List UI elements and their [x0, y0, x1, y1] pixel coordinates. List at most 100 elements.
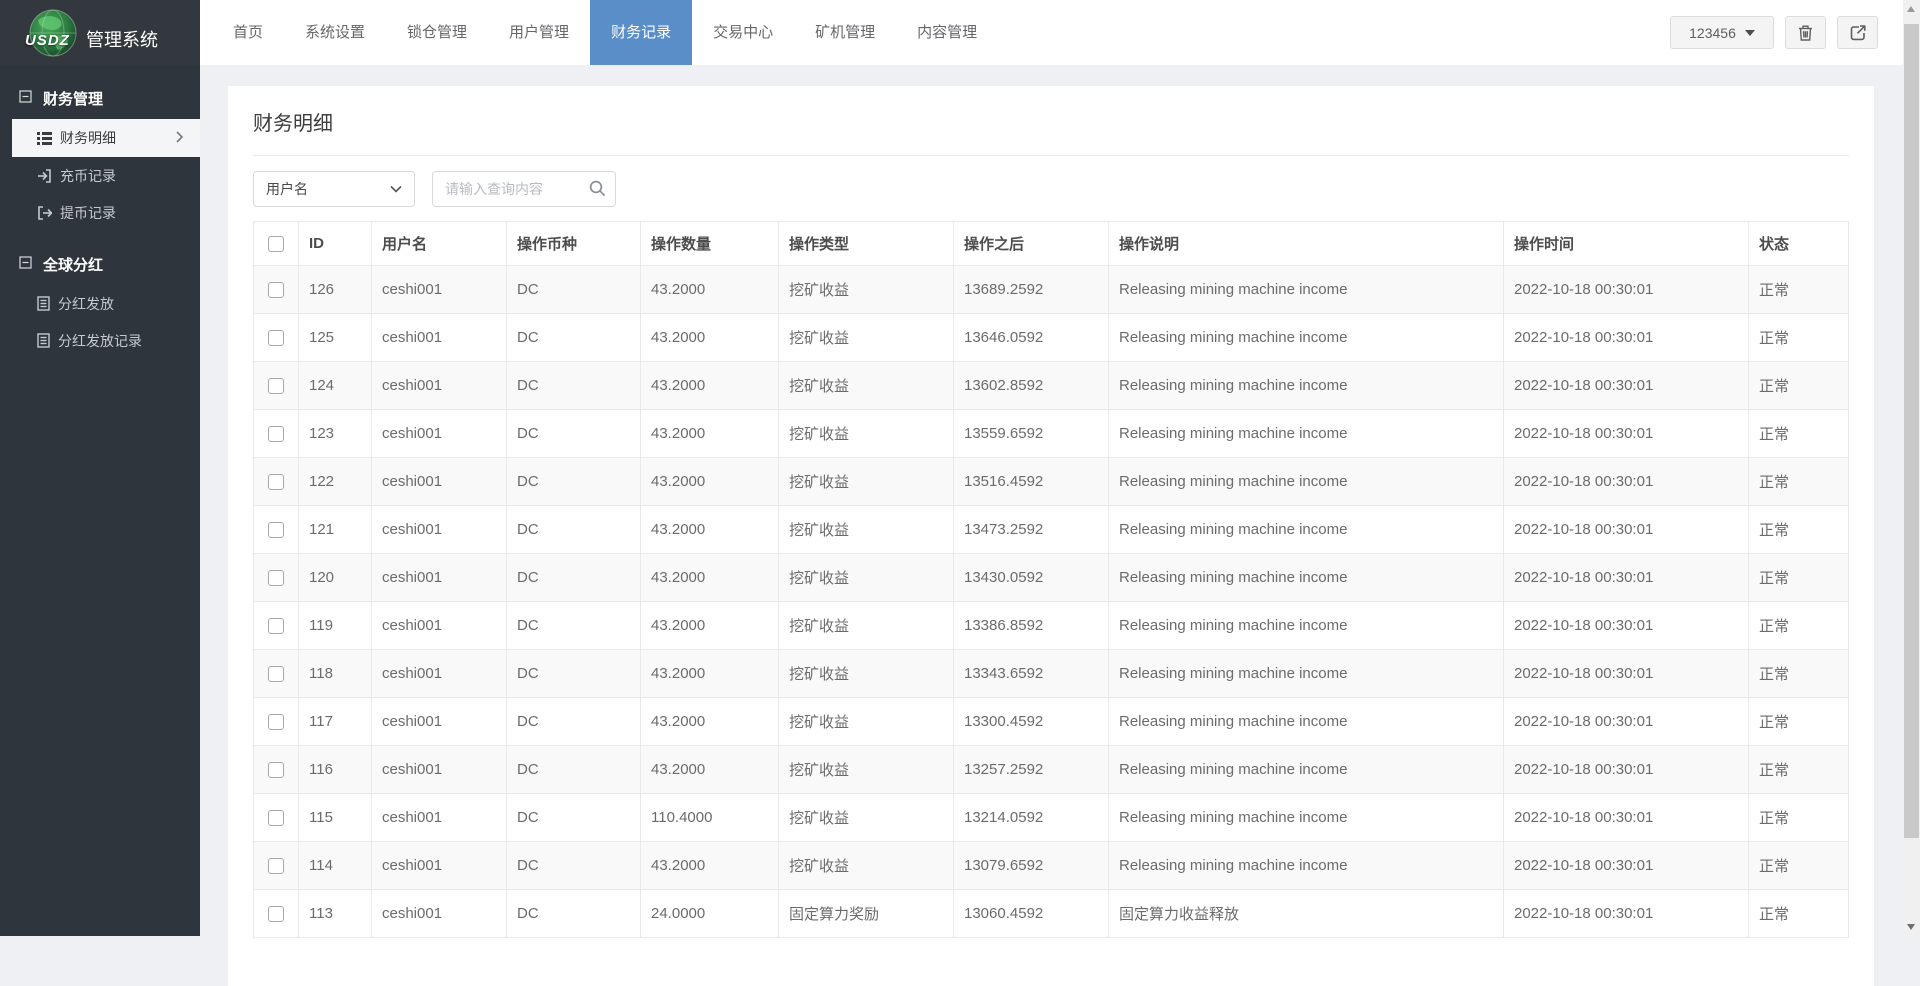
nav-item-home[interactable]: 首页	[212, 0, 284, 65]
sidebar-item-withdraw-records[interactable]: 提币记录	[0, 194, 200, 231]
table-cell: 121	[299, 506, 372, 554]
search-box	[432, 171, 616, 207]
row-checkbox[interactable]	[268, 330, 284, 346]
row-select-cell	[254, 890, 299, 938]
main-content: 财务明细 用户名 ID用户名操作币种操作数量操作类型操作之后操作说明操作时间状态…	[200, 65, 1903, 936]
row-checkbox[interactable]	[268, 474, 284, 490]
table-cell: 2022-10-18 00:30:01	[1504, 602, 1749, 650]
row-checkbox[interactable]	[268, 666, 284, 682]
table-cell: 126	[299, 266, 372, 314]
table-cell: 正常	[1749, 410, 1849, 458]
table-cell: 正常	[1749, 314, 1849, 362]
user-dropdown[interactable]: 123456	[1670, 16, 1774, 49]
sidebar-item-label: 分红发放	[58, 294, 114, 314]
table-cell: 2022-10-18 00:30:01	[1504, 842, 1749, 890]
row-select-cell	[254, 314, 299, 362]
select-all-header-cell	[254, 222, 299, 266]
row-select-cell	[254, 794, 299, 842]
row-checkbox[interactable]	[268, 618, 284, 634]
app-title: 管理系统	[86, 26, 158, 52]
scrollbar-thumb[interactable]	[1904, 24, 1919, 838]
table-cell: DC	[507, 362, 641, 410]
row-checkbox[interactable]	[268, 714, 284, 730]
select-all-checkbox[interactable]	[268, 236, 284, 252]
sidebar-item-deposit-records[interactable]: 充币记录	[0, 157, 200, 194]
sidebar-section-title-finance-management[interactable]: 财务管理	[0, 77, 200, 119]
nav-item-trade-center[interactable]: 交易中心	[692, 0, 794, 65]
nav-item-content-management[interactable]: 内容管理	[896, 0, 998, 65]
table-cell: ceshi001	[372, 314, 507, 362]
collapse-minus-icon	[19, 256, 32, 273]
column-header: 用户名	[372, 222, 507, 266]
nav-item-user-management[interactable]: 用户管理	[488, 0, 590, 65]
table-cell: 正常	[1749, 458, 1849, 506]
row-checkbox[interactable]	[268, 762, 284, 778]
row-checkbox[interactable]	[268, 378, 284, 394]
table-cell: ceshi001	[372, 746, 507, 794]
table-cell: 正常	[1749, 746, 1849, 794]
table-cell: Releasing mining machine income	[1109, 362, 1504, 410]
finance-table: ID用户名操作币种操作数量操作类型操作之后操作说明操作时间状态 126ceshi…	[253, 221, 1849, 938]
table-body: 126ceshi001DC43.2000挖矿收益13689.2592Releas…	[254, 266, 1849, 938]
row-checkbox[interactable]	[268, 426, 284, 442]
page-title: 财务明细	[253, 86, 1849, 156]
table-cell: 正常	[1749, 650, 1849, 698]
table-row: 121ceshi001DC43.2000挖矿收益13473.2592Releas…	[254, 506, 1849, 554]
search-icon[interactable]	[589, 180, 606, 197]
scroll-down-arrow-icon[interactable]	[1907, 924, 1915, 930]
table-row: 115ceshi001DC110.4000挖矿收益13214.0592Relea…	[254, 794, 1849, 842]
table-cell: ceshi001	[372, 266, 507, 314]
row-checkbox[interactable]	[268, 522, 284, 538]
doc-icon	[37, 333, 50, 348]
list-icon	[37, 132, 52, 145]
table-cell: 挖矿收益	[779, 362, 954, 410]
table-cell: Releasing mining machine income	[1109, 698, 1504, 746]
sidebar-item-dividend-issue-records[interactable]: 分红发放记录	[0, 322, 200, 359]
sign-in-icon	[37, 169, 52, 183]
table-cell: 2022-10-18 00:30:01	[1504, 554, 1749, 602]
column-header: 操作说明	[1109, 222, 1504, 266]
user-dropdown-label: 123456	[1689, 25, 1736, 41]
table-cell: 123	[299, 410, 372, 458]
table-cell: 13516.4592	[954, 458, 1109, 506]
sidebar-section-title-global-dividend[interactable]: 全球分红	[0, 243, 200, 285]
row-checkbox[interactable]	[268, 858, 284, 874]
column-header: 状态	[1749, 222, 1849, 266]
table-cell: 固定算力收益释放	[1109, 890, 1504, 938]
table-cell: 13079.6592	[954, 842, 1109, 890]
sidebar-item-finance-detail[interactable]: 财务明细	[12, 119, 200, 157]
column-header: 操作时间	[1504, 222, 1749, 266]
table-cell: 2022-10-18 00:30:01	[1504, 362, 1749, 410]
sign-out-icon	[37, 206, 52, 220]
table-cell: 43.2000	[641, 698, 779, 746]
row-checkbox[interactable]	[268, 282, 284, 298]
table-cell: 挖矿收益	[779, 602, 954, 650]
sidebar-item-dividend-issue[interactable]: 分红发放	[0, 285, 200, 322]
table-cell: 43.2000	[641, 842, 779, 890]
chevron-down-icon	[1745, 30, 1755, 36]
scroll-up-arrow-icon[interactable]	[1907, 6, 1915, 12]
trash-button[interactable]	[1785, 16, 1826, 49]
export-button[interactable]	[1837, 16, 1878, 49]
row-select-cell	[254, 650, 299, 698]
table-cell: DC	[507, 554, 641, 602]
row-checkbox[interactable]	[268, 906, 284, 922]
nav-item-miner-management[interactable]: 矿机管理	[794, 0, 896, 65]
row-select-cell	[254, 410, 299, 458]
nav-item-lockup-management[interactable]: 锁仓管理	[386, 0, 488, 65]
table-cell: 122	[299, 458, 372, 506]
app-logo[interactable]: USDZ 管理系统	[0, 0, 200, 65]
table-cell: 正常	[1749, 266, 1849, 314]
table-cell: 120	[299, 554, 372, 602]
sidebar-item-label: 分红发放记录	[58, 331, 142, 351]
row-checkbox[interactable]	[268, 810, 284, 826]
filter-select[interactable]: 用户名	[253, 171, 415, 207]
table-cell: 117	[299, 698, 372, 746]
table-cell: 110.4000	[641, 794, 779, 842]
page-scrollbar[interactable]	[1903, 0, 1920, 936]
sidebar-item-label: 提币记录	[60, 203, 116, 223]
row-checkbox[interactable]	[268, 570, 284, 586]
nav-item-system-settings[interactable]: 系统设置	[284, 0, 386, 65]
sidebar-section-global-dividend: 全球分红分红发放分红发放记录	[0, 243, 200, 359]
nav-item-finance-records[interactable]: 财务记录	[590, 0, 692, 65]
